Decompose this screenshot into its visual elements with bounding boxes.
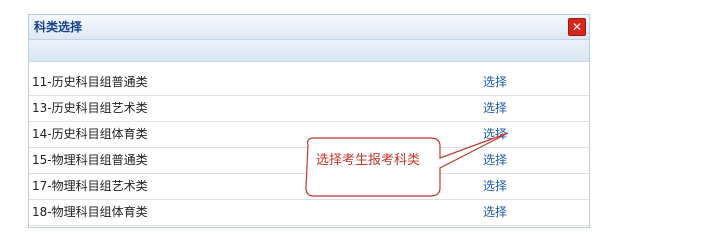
table-row: 18-物理科目组体育类 选择	[29, 200, 589, 226]
table-header	[29, 40, 589, 62]
table-row: 17-物理科目组艺术类 选择	[29, 174, 589, 200]
category-name: 11-历史科目组普通类	[32, 75, 148, 89]
table-row: 15-物理科目组普通类 选择	[29, 148, 589, 174]
category-name: 13-历史科目组艺术类	[32, 101, 148, 115]
category-name: 15-物理科目组普通类	[32, 153, 148, 167]
select-link[interactable]: 选择	[483, 174, 507, 199]
table-row: 13-历史科目组艺术类 选择	[29, 96, 589, 122]
select-link[interactable]: 选择	[483, 122, 507, 147]
category-list: 11-历史科目组普通类 选择 13-历史科目组艺术类 选择 14-历史科目组体育…	[29, 70, 589, 226]
dialog-title: 科类选择	[34, 20, 83, 34]
dialog-titlebar: 科类选择 ✕	[29, 15, 589, 40]
select-link[interactable]: 选择	[483, 70, 507, 95]
select-link[interactable]: 选择	[483, 148, 507, 173]
select-link[interactable]: 选择	[483, 96, 507, 121]
close-icon[interactable]: ✕	[568, 18, 586, 36]
subject-category-dialog: 科类选择 ✕ 11-历史科目组普通类 选择 13-历史科目组艺术类 选择 14-…	[28, 14, 590, 228]
category-name: 14-历史科目组体育类	[32, 127, 148, 141]
table-row: 11-历史科目组普通类 选择	[29, 70, 589, 96]
category-name: 18-物理科目组体育类	[32, 205, 148, 219]
table-row: 14-历史科目组体育类 选择	[29, 122, 589, 148]
select-link[interactable]: 选择	[483, 200, 507, 225]
callout-text: 选择考生报考科类	[316, 153, 421, 168]
category-name: 17-物理科目组艺术类	[32, 179, 148, 193]
